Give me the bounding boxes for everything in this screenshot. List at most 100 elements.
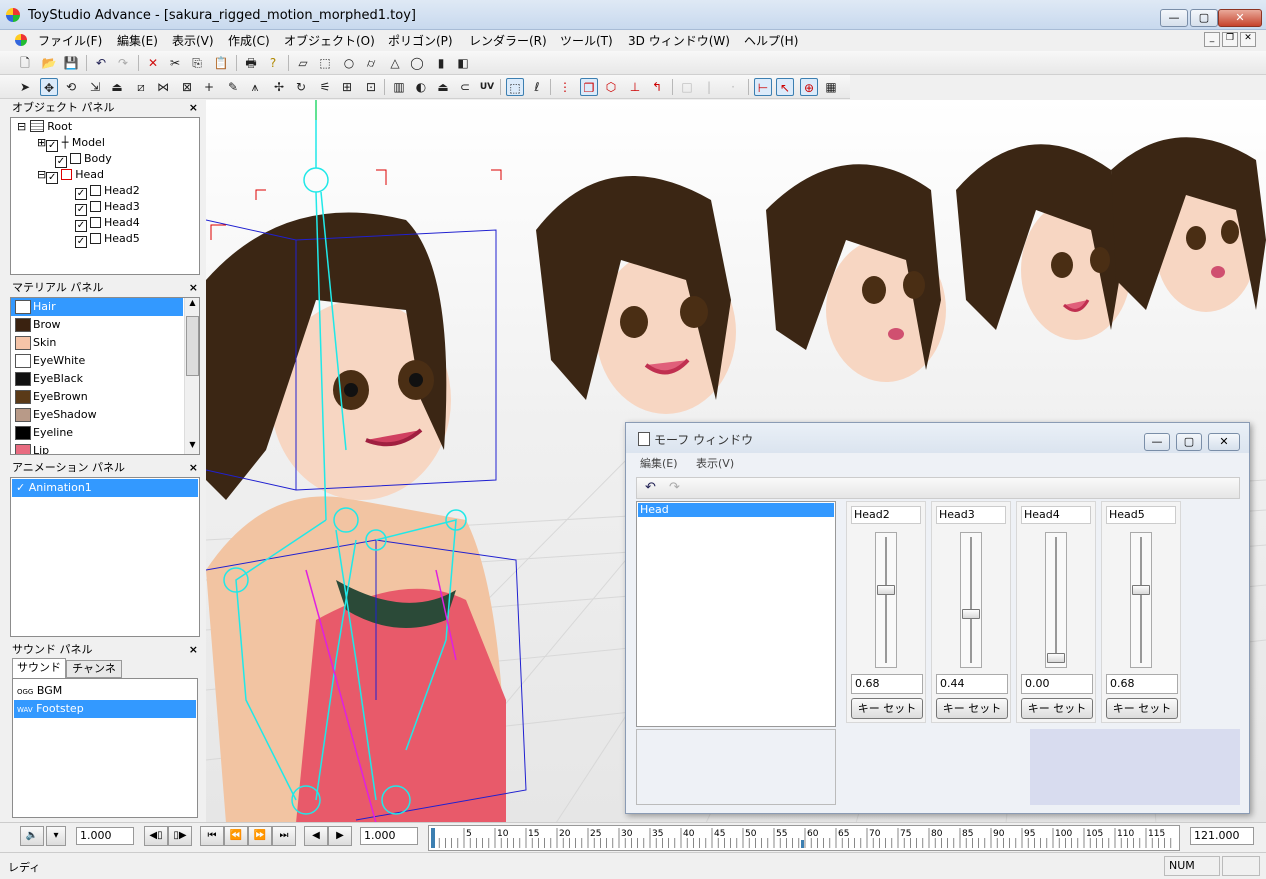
doc-icon[interactable] <box>15 34 27 46</box>
skin-icon[interactable]: ⊞ <box>338 78 356 96</box>
add-point-icon[interactable]: + <box>200 78 218 96</box>
morph-list-item-head[interactable]: Head <box>638 503 834 517</box>
menu-renderer[interactable]: レンダラー(R) <box>469 32 547 49</box>
axis-icon[interactable]: ⊥ <box>626 78 644 96</box>
y-axis-icon[interactable]: ↖ <box>776 78 794 96</box>
last-frame-icon[interactable]: ⏭ <box>272 826 296 846</box>
menu-create[interactable]: 作成(C) <box>228 32 270 49</box>
print-icon[interactable]: 🖶 <box>242 54 260 72</box>
scale-icon[interactable]: ⇲ <box>86 78 104 96</box>
knife-icon[interactable]: ✎ <box>224 78 242 96</box>
uv-button[interactable]: UV <box>478 78 496 96</box>
morph-menu-edit[interactable]: 編集(E) <box>640 455 678 471</box>
maximize-button[interactable]: ▢ <box>1190 9 1218 27</box>
scroll-thumb[interactable] <box>186 316 199 376</box>
mdi-restore-button[interactable]: ❐ <box>1222 32 1238 47</box>
timeline-ruler[interactable]: 5 10 15 20 25 30 35 40 45 50 55 60 65 70 75 80 85 90 95 100… <box>428 825 1180 851</box>
material-item-eyeshadow[interactable]: EyeShadow <box>11 406 183 424</box>
uv-map-icon[interactable]: ⊡ <box>362 78 380 96</box>
tree-node-head5[interactable]: ✓ Head5 <box>75 230 140 248</box>
play-back-icon[interactable]: ◀ <box>304 826 328 846</box>
key-set-button[interactable]: キー セット <box>1021 698 1093 719</box>
speed-input[interactable]: 1.000 <box>76 827 134 845</box>
prev-frame-icon[interactable]: ⏪ <box>224 826 248 846</box>
copy-icon[interactable]: ⎘ <box>188 54 206 72</box>
morph-undo-icon[interactable]: ↶ <box>645 480 656 495</box>
material-item-brow[interactable]: Brow <box>11 316 183 334</box>
sound-panel-close-button[interactable]: × <box>189 642 198 658</box>
expander-icon[interactable]: ⊟ <box>37 168 46 181</box>
rotate-vertex-icon[interactable]: ↻ <box>292 78 310 96</box>
slider-track[interactable] <box>960 532 982 668</box>
sound-item-footstep[interactable]: WAV Footstep <box>14 700 196 718</box>
morph-redo-icon[interactable]: ↷ <box>669 480 680 495</box>
save-icon[interactable]: 💾 <box>62 54 80 72</box>
animation-panel-close-button[interactable]: × <box>189 460 198 476</box>
object-panel-close-button[interactable]: × <box>189 100 198 116</box>
material-item-hair[interactable]: Hair <box>11 298 183 316</box>
new-icon[interactable]: 🗋 <box>16 54 34 72</box>
help-icon[interactable]: ? <box>264 54 282 72</box>
menu-view[interactable]: 表示(V) <box>172 32 214 49</box>
playhead[interactable] <box>431 828 435 848</box>
key-set-button[interactable]: キー セット <box>936 698 1008 719</box>
paste-icon[interactable]: 📋 <box>212 54 230 72</box>
undo-icon[interactable]: ↶ <box>92 54 110 72</box>
morph-minimize-button[interactable]: — <box>1144 433 1170 451</box>
material-item-skin[interactable]: Skin <box>11 334 183 352</box>
x-axis-icon[interactable]: ⊢ <box>754 78 772 96</box>
disabled-line-icon[interactable]: | <box>700 78 718 96</box>
end-frame-input[interactable]: 121.000 <box>1190 827 1254 845</box>
slider-thumb[interactable] <box>877 585 895 595</box>
delete-icon[interactable]: ✕ <box>144 54 162 72</box>
frame-input[interactable]: 1.000 <box>360 827 418 845</box>
visibility-checkbox[interactable]: ✓ <box>75 236 87 248</box>
material-item-eyebrown[interactable]: EyeBrown <box>11 388 183 406</box>
move-vertex-icon[interactable]: ✢ <box>270 78 288 96</box>
z-axis-icon[interactable]: ⊕ <box>800 78 818 96</box>
twist-icon[interactable]: ⋈ <box>154 78 172 96</box>
expander-icon[interactable]: ⊞ <box>37 136 46 149</box>
grid-icon[interactable]: ▦ <box>822 78 840 96</box>
stamp-icon[interactable]: ⏏ <box>434 78 452 96</box>
menu-file[interactable]: ファイル(F) <box>38 32 102 49</box>
object-mode-icon[interactable]: ❐ <box>580 78 598 96</box>
sound-item-bgm[interactable]: OGG BGM <box>14 682 196 700</box>
visibility-checkbox[interactable]: ✓ <box>46 172 59 184</box>
disabled-dot-icon[interactable]: · <box>724 78 742 96</box>
scroll-down-icon[interactable]: ▼ <box>186 440 199 454</box>
rotate-icon[interactable]: ⟲ <box>62 78 80 96</box>
mdi-minimize-button[interactable]: _ <box>1204 32 1220 47</box>
morph-value-input[interactable]: 0.68 <box>851 674 923 694</box>
animation-item[interactable]: ✓ Animation1 <box>12 479 198 497</box>
plane-icon[interactable]: ▱ <box>294 54 312 72</box>
bend-icon[interactable]: ⊠ <box>178 78 196 96</box>
cut-icon[interactable]: ✂ <box>166 54 184 72</box>
slider-thumb[interactable] <box>962 609 980 619</box>
morph-value-input[interactable]: 0.44 <box>936 674 1008 694</box>
menu-polygon[interactable]: ポリゴン(P) <box>388 32 453 49</box>
disabled-square-icon[interactable]: □ <box>678 78 696 96</box>
rect-select-icon[interactable]: ⬚ <box>506 78 524 96</box>
close-button[interactable]: ✕ <box>1218 9 1262 27</box>
menu-edit[interactable]: 編集(E) <box>117 32 158 49</box>
material-panel-close-button[interactable]: × <box>189 280 198 296</box>
tab-channel[interactable]: チャンネル <box>66 660 122 691</box>
menu-help[interactable]: ヘルプ(H) <box>744 32 798 49</box>
extrude-icon[interactable]: ◧ <box>454 54 472 72</box>
material-item-eyewhite[interactable]: EyeWhite <box>11 352 183 370</box>
redo-icon[interactable]: ↷ <box>114 54 132 72</box>
skew-icon[interactable]: ⧄ <box>132 78 150 96</box>
morph-menu-view[interactable]: 表示(V) <box>696 455 734 471</box>
material-scrollbar[interactable]: ▲ ▼ <box>184 298 199 454</box>
cone-icon[interactable]: △ <box>386 54 404 72</box>
pivot-icon[interactable]: ⏏ <box>108 78 126 96</box>
hierarchy-icon[interactable]: ⋮ <box>556 78 574 96</box>
speed-dropdown-icon[interactable]: ▾ <box>46 826 66 846</box>
lasso-icon[interactable]: ℓ <box>528 78 546 96</box>
material-item-eyeline[interactable]: Eyeline <box>11 424 183 442</box>
key-set-button[interactable]: キー セット <box>851 698 923 719</box>
move-icon[interactable]: ✥ <box>40 78 58 96</box>
sound-toggle-icon[interactable]: 🔈 <box>20 826 44 846</box>
bar-icon[interactable]: ▮ <box>432 54 450 72</box>
